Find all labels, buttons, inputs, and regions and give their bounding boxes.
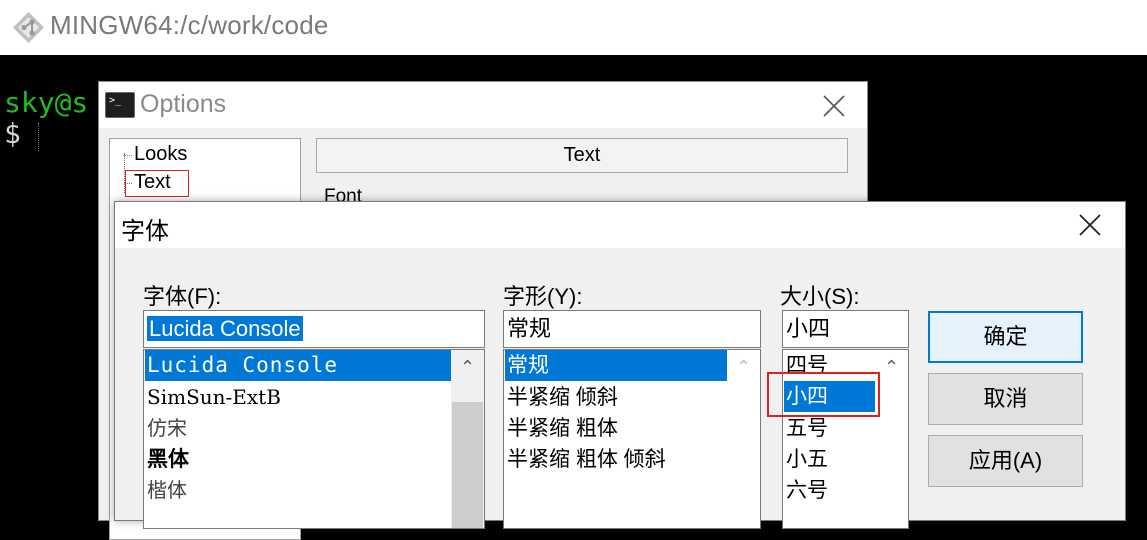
font-list-item[interactable]: 楷体 — [145, 475, 451, 506]
cancel-button[interactable]: 取消 — [928, 373, 1083, 425]
tree-connector — [124, 155, 132, 156]
scroll-up-icon[interactable]: ⌃ — [451, 352, 484, 382]
window-titlebar: MINGW64:/c/work/code — [0, 0, 1147, 55]
tree-selection-highlight — [125, 170, 189, 197]
size-list-item[interactable]: 六号 — [784, 475, 876, 506]
font-dialog-title: 字体 — [121, 218, 169, 245]
terminal-prompt: $ — [4, 117, 21, 150]
font-dialog-titlebar: 字体 — [115, 202, 1125, 248]
style-list-item[interactable]: 半紧缩 粗体 — [505, 413, 727, 444]
font-list-scrollbar[interactable]: ⌃ — [451, 350, 484, 528]
size-list-item[interactable]: 小五 — [784, 444, 876, 475]
size-selection-highlight — [767, 372, 880, 417]
terminal-cursor — [38, 123, 39, 151]
window-title: MINGW64:/c/work/code — [50, 10, 329, 40]
size-label: 大小(S): — [780, 284, 860, 309]
style-label: 字形(Y): — [503, 284, 583, 309]
style-list-scrollbar: ⌃ — [727, 350, 760, 528]
options-section-header: Text — [316, 138, 848, 173]
git-diamond-icon — [13, 12, 44, 43]
font-size-input[interactable]: 小四 — [782, 310, 909, 348]
font-list-item[interactable]: SimSun-ExtB — [145, 382, 451, 413]
font-dialog: 字体 字体(F): Lucida Console Lucida Console … — [114, 201, 1126, 529]
style-list-item[interactable]: 半紧缩 倾斜 — [505, 382, 727, 413]
close-icon — [823, 95, 845, 117]
ok-button[interactable]: 确定 — [928, 311, 1083, 363]
font-list-item[interactable]: 仿宋 — [145, 413, 451, 444]
tree-item-looks[interactable]: Looks — [134, 143, 187, 166]
font-style-list[interactable]: 常规 半紧缩 倾斜 半紧缩 粗体 半紧缩 粗体 倾斜 ⌃ — [503, 349, 761, 529]
terminal-user-line: sky@s — [4, 86, 89, 119]
style-list-item[interactable]: 常规 — [505, 350, 727, 381]
close-icon — [1079, 214, 1101, 236]
font-label: 字体(F): — [143, 284, 222, 309]
apply-button[interactable]: 应用(A) — [928, 435, 1083, 487]
terminal-icon — [105, 92, 135, 118]
font-dialog-close-button[interactable] — [1073, 210, 1107, 240]
font-name-input[interactable]: Lucida Console — [143, 310, 485, 348]
scroll-up-icon: ⌃ — [735, 357, 752, 377]
size-list-item[interactable]: 五号 — [784, 413, 876, 444]
font-name-value: Lucida Console — [147, 316, 303, 341]
options-close-button[interactable] — [819, 92, 849, 120]
font-name-list[interactable]: Lucida Console SimSun-ExtB 仿宋 黑体 楷体 ⌃ — [143, 349, 485, 529]
options-titlebar: Options — [99, 82, 867, 128]
font-list-item[interactable]: 黑体 — [145, 444, 451, 475]
style-list-item[interactable]: 半紧缩 粗体 倾斜 — [505, 444, 727, 475]
scrollbar-thumb[interactable] — [452, 402, 483, 528]
font-style-input[interactable]: 常规 — [503, 310, 761, 348]
options-title: Options — [140, 90, 227, 118]
font-list-item[interactable]: Lucida Console — [145, 350, 451, 381]
